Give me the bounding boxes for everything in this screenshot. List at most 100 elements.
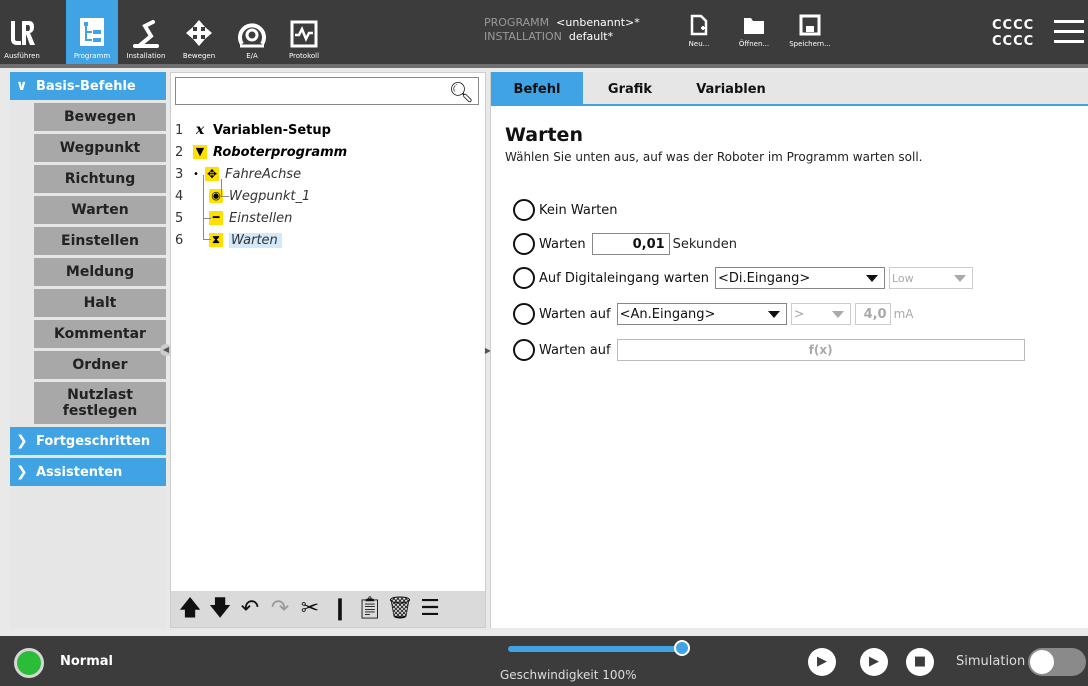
radio-wait-time[interactable] — [513, 233, 535, 255]
category-wizards-label: Assistenten — [36, 464, 123, 480]
wait-time-field[interactable]: 0,01 — [591, 233, 670, 255]
option-wait-expression-label: Warten auf — [539, 342, 611, 358]
analog-unit: mA — [893, 307, 914, 321]
program-tree-panel: 🔍︎ 1 x Variablen-Setup 2 ▼ Roboterprogra… — [170, 72, 486, 628]
simulation-toggle[interactable] — [1028, 648, 1086, 676]
paste-icon[interactable]: 📋︎ — [355, 594, 385, 624]
nav-installation-button[interactable]: Installation — [120, 0, 172, 64]
step-button[interactable]: ▶︎ — [860, 648, 888, 676]
nav-program-button[interactable]: Programm — [66, 0, 118, 64]
tab-graphics[interactable]: Grafik — [587, 72, 673, 106]
cut-icon[interactable]: ✂ — [295, 594, 325, 624]
option-wait-analog[interactable]: Warten auf <An.Eingang> > 4,0 mA — [513, 302, 914, 326]
digital-input-select[interactable]: <Di.Eingang> — [714, 267, 885, 289]
save-file-button[interactable]: Speichern... — [786, 14, 834, 48]
command-folder[interactable]: Ordner — [34, 351, 166, 382]
new-file-icon — [690, 14, 708, 36]
command-wait[interactable]: Warten — [34, 196, 166, 227]
category-wizards[interactable]: ❯ Assistenten — [10, 458, 166, 486]
category-basic-label: Basis-Befehle — [36, 78, 136, 94]
analog-value-field[interactable]: 4,0 — [854, 303, 891, 325]
tree-connector — [203, 218, 211, 219]
set-payload-line1: Nutzlast — [67, 387, 133, 403]
category-basic-commands[interactable]: ∨ Basis-Befehle — [10, 72, 166, 100]
tree-row-number: 4 — [175, 188, 184, 204]
analog-input-select[interactable]: <An.Eingang> — [616, 303, 787, 325]
command-popup[interactable]: Meldung — [34, 258, 166, 289]
command-halt[interactable]: Halt — [34, 289, 166, 320]
undo-icon[interactable]: ↶ — [235, 594, 265, 624]
play-button[interactable]: ▶ — [808, 648, 836, 676]
radio-wait-digital[interactable] — [513, 267, 535, 289]
tab-bar: Befehl Grafik Variablen — [491, 72, 1088, 106]
delete-icon[interactable]: 🗑︎ — [385, 594, 415, 624]
tree-connector — [203, 175, 204, 239]
tree-row[interactable]: 4 ◉ Wegpunkt_1 — [175, 185, 310, 207]
robot-status-icon[interactable] — [14, 648, 44, 678]
category-advanced[interactable]: ❯ Fortgeschritten — [10, 427, 166, 455]
expression-field[interactable]: f(x) — [616, 339, 1025, 361]
chevron-right-icon: ❯ — [16, 433, 28, 449]
tree-row-label: Variablen-Setup — [213, 122, 331, 138]
radio-wait-analog[interactable] — [513, 303, 535, 325]
tree-row[interactable]: 5 ━ Einstellen — [175, 207, 292, 229]
speed-slider-handle[interactable] — [674, 640, 690, 656]
set-payload-line2: festlegen — [62, 403, 138, 419]
chevron-down-icon: ∨ — [16, 78, 28, 94]
copy-icon[interactable]: ❙ — [325, 594, 355, 624]
digital-level-select[interactable]: Low — [888, 267, 973, 289]
speed-slider[interactable] — [508, 646, 684, 652]
radio-no-wait[interactable] — [513, 199, 535, 221]
command-set[interactable]: Einstellen — [34, 227, 166, 258]
nav-installation-label: Installation — [126, 52, 166, 60]
tree-row-label: Roboterprogramm — [213, 144, 348, 160]
nav-move-label: Bewegen — [182, 52, 216, 60]
installation-name: default* — [568, 30, 614, 43]
option-wait-time-label: Warten — [539, 236, 586, 252]
move-up-icon[interactable]: 🡅 — [175, 594, 205, 624]
option-no-wait-label: Kein Warten — [539, 202, 618, 218]
option-wait-expression[interactable]: Warten auf f(x) — [513, 338, 1025, 362]
nav-io-button[interactable]: E/A — [226, 0, 278, 64]
tree-connector — [203, 239, 211, 240]
command-comment[interactable]: Kommentar — [34, 320, 166, 351]
tree-search-input[interactable]: 🔍︎ — [175, 77, 479, 105]
analog-operator-select[interactable]: > — [790, 303, 851, 325]
suppress-icon[interactable]: ☰ — [415, 594, 445, 624]
command-set-payload[interactable]: Nutzlast festlegen — [34, 382, 166, 427]
command-waypoint[interactable]: Wegpunkt — [34, 134, 166, 165]
option-wait-time[interactable]: Warten 0,01 Sekunden — [513, 232, 737, 256]
nav-log-label: Protokoll — [288, 52, 320, 60]
new-file-button[interactable]: Neu... — [686, 14, 712, 48]
redo-icon[interactable]: ↷ — [265, 594, 295, 624]
variable-icon: x — [195, 122, 205, 138]
tree-row-number: 3 — [175, 166, 184, 182]
tab-variables[interactable]: Variablen — [681, 72, 781, 106]
search-icon[interactable]: 🔍︎ — [449, 80, 474, 104]
tree-connector — [221, 196, 229, 197]
tab-command[interactable]: Befehl — [491, 72, 583, 106]
option-no-wait[interactable]: Kein Warten — [513, 198, 618, 222]
chevron-down-icon — [831, 311, 844, 318]
user-line2: CCCC — [992, 34, 1035, 49]
page-title: Warten — [505, 124, 583, 146]
category-advanced-label: Fortgeschritten — [36, 433, 151, 449]
tree-row[interactable]: 6 ⧗ Warten — [175, 229, 282, 251]
radio-wait-expression[interactable] — [513, 339, 535, 361]
nav-move-button[interactable]: Bewegen — [176, 0, 222, 64]
open-file-button[interactable]: Öffnen... — [736, 14, 772, 48]
tree-row-number: 5 — [175, 210, 184, 226]
hamburger-menu-icon[interactable] — [1054, 20, 1084, 50]
option-wait-digital-label: Auf Digitaleingang warten — [539, 270, 709, 286]
stop-button[interactable]: ■ — [906, 648, 934, 676]
move-down-icon[interactable]: 🡇 — [205, 594, 235, 624]
analog-input-value: <An.Eingang> — [619, 306, 716, 322]
tree-row[interactable]: 2 ▼ Roboterprogramm — [175, 141, 347, 163]
tree-row[interactable]: 1 x Variablen-Setup — [175, 119, 331, 141]
tree-row[interactable]: 3 • ✥ FahreAchse — [175, 163, 301, 185]
nav-log-button[interactable]: Protokoll — [284, 0, 324, 64]
nav-run-button[interactable]: Ausführen — [0, 0, 44, 64]
command-move[interactable]: Bewegen — [34, 103, 166, 134]
command-direction[interactable]: Richtung — [34, 165, 166, 196]
option-wait-digital[interactable]: Auf Digitaleingang warten <Di.Eingang> L… — [513, 266, 973, 290]
